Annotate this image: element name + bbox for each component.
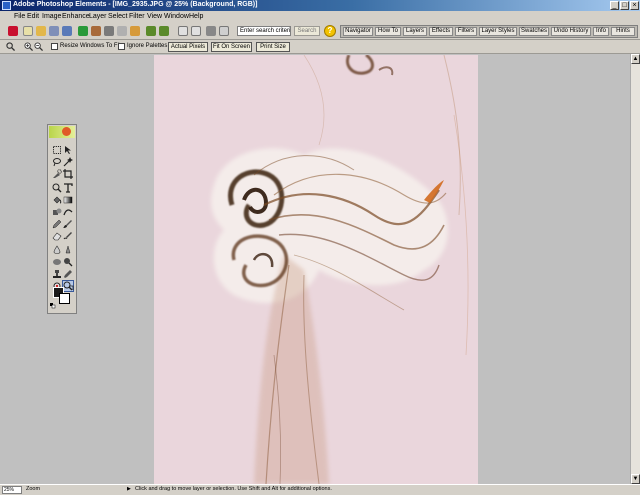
elements-logo-icon: [62, 127, 71, 136]
save-for-web-icon[interactable]: [78, 26, 88, 36]
options-bar: Resize Windows To Fit Ignore Palettes Ac…: [0, 40, 640, 54]
fit-on-screen-button[interactable]: Fit On Screen: [211, 42, 252, 52]
print-preview-icon[interactable]: [91, 26, 101, 36]
ignore-palettes-label: Ignore Palettes: [127, 43, 168, 49]
tab-swatches[interactable]: Swatches: [519, 27, 549, 36]
zoom-out-icon[interactable]: [34, 42, 43, 51]
tab-hints[interactable]: Hints: [611, 27, 635, 36]
paint-bucket-tool-icon[interactable]: [52, 195, 62, 205]
sharpen-tool-icon[interactable]: [63, 245, 73, 255]
adobe-logo-icon: [8, 26, 18, 36]
step-backward-icon[interactable]: [146, 26, 156, 36]
zoom-tool-icon: [6, 42, 15, 51]
shape-tool-icon[interactable]: [52, 207, 62, 217]
swap-colors-icon[interactable]: [68, 285, 74, 291]
menu-window[interactable]: Window: [164, 13, 189, 20]
dodge-tool-icon[interactable]: [63, 257, 73, 267]
gradient-tool-icon[interactable]: [63, 195, 73, 205]
menu-filter[interactable]: Filter: [129, 13, 145, 20]
status-hint: Click and drag to move layer or selectio…: [135, 486, 332, 492]
tab-layer-styles[interactable]: Layer Styles: [479, 27, 517, 36]
menu-enhance[interactable]: Enhance: [62, 13, 90, 20]
brush-tool-icon[interactable]: [63, 219, 73, 229]
redo-icon[interactable]: [191, 26, 201, 36]
pencil-tool-icon[interactable]: [52, 219, 62, 229]
tab-undo-history[interactable]: Undo History: [551, 27, 591, 36]
magic-wand-tool-icon[interactable]: [63, 157, 73, 167]
toolbox[interactable]: [47, 124, 77, 314]
print-icon[interactable]: [104, 26, 114, 36]
title-bar: Adobe Photoshop Elements - [IMG_2935.JPG…: [0, 0, 640, 11]
eyedropper-tool-icon[interactable]: [63, 269, 73, 279]
actual-pixels-button[interactable]: Actual Pixels: [168, 42, 208, 52]
menu-image[interactable]: Image: [42, 13, 61, 20]
maximize-button[interactable]: □: [620, 1, 629, 10]
close-button[interactable]: ×: [630, 1, 639, 10]
photomerge-icon[interactable]: [219, 26, 229, 36]
selection-brush-tool-icon[interactable]: [52, 169, 62, 179]
menu-edit[interactable]: Edit: [27, 13, 39, 20]
search-input[interactable]: Enter search criteria: [237, 26, 291, 36]
menu-help[interactable]: Help: [189, 13, 203, 20]
open-folder-icon[interactable]: [36, 26, 46, 36]
ignore-palettes-checkbox[interactable]: [118, 43, 125, 50]
quick-fix-icon[interactable]: [206, 26, 216, 36]
background-color-swatch[interactable]: [59, 293, 70, 304]
step-forward-icon[interactable]: [159, 26, 169, 36]
default-colors-icon[interactable]: [50, 303, 56, 309]
minimize-button[interactable]: _: [610, 1, 619, 10]
crop-tool-icon[interactable]: [63, 169, 73, 179]
status-tool-name: Zoom: [26, 486, 41, 492]
email-icon[interactable]: [130, 26, 140, 36]
zoom-in-icon[interactable]: [24, 42, 33, 51]
zoom-level-field[interactable]: 25%: [2, 486, 22, 494]
window-title: Adobe Photoshop Elements - [IMG_2935.JPG…: [13, 1, 258, 8]
sponge-tool-icon[interactable]: [52, 257, 62, 267]
blur-tool-icon[interactable]: [52, 245, 62, 255]
menu-bar: File Edit Image Enhance Layer Select Fil…: [0, 11, 640, 22]
save-icon[interactable]: [62, 26, 72, 36]
eraser-tool-icon[interactable]: [52, 231, 62, 241]
undo-icon[interactable]: [178, 26, 188, 36]
print-size-button[interactable]: Print Size: [256, 42, 290, 52]
palette-well: Navigator How To Layers Effects Filters …: [340, 25, 638, 38]
tab-effects[interactable]: Effects: [429, 27, 453, 36]
tab-info[interactable]: Info: [593, 27, 609, 36]
tab-navigator[interactable]: Navigator: [343, 27, 373, 36]
tab-layers[interactable]: Layers: [403, 27, 427, 36]
menu-select[interactable]: Select: [108, 13, 127, 20]
image-canvas[interactable]: [154, 55, 478, 484]
type-tool-icon[interactable]: [63, 183, 73, 193]
menu-file[interactable]: File: [14, 13, 25, 20]
clone-stamp-tool-icon[interactable]: [52, 269, 62, 279]
zoom-tool-icon-small[interactable]: [52, 183, 62, 193]
scroll-up-icon[interactable]: ▲: [631, 54, 640, 64]
move-tool-icon[interactable]: [63, 145, 73, 155]
smoke-photo: [154, 55, 478, 484]
menu-layer[interactable]: Layer: [89, 13, 107, 20]
lasso-tool-icon[interactable]: [52, 157, 62, 167]
custom-shape-tool-icon[interactable]: [63, 207, 73, 217]
resize-windows-label: Resize Windows To Fit: [60, 43, 121, 49]
help-icon[interactable]: ?: [324, 25, 336, 37]
tab-filters[interactable]: Filters: [455, 27, 477, 36]
browse-icon[interactable]: [49, 26, 59, 36]
status-bar: 25% Zoom ▶ Click and drag to move layer …: [0, 484, 640, 495]
app-icon: [2, 1, 11, 10]
online-services-icon[interactable]: [117, 26, 127, 36]
search-button[interactable]: Search: [294, 26, 320, 36]
impressionist-brush-tool-icon[interactable]: [63, 231, 73, 241]
tab-how-to[interactable]: How To: [375, 27, 401, 36]
menu-view[interactable]: View: [147, 13, 162, 20]
status-arrow-icon: ▶: [127, 486, 131, 492]
shortcuts-bar: Enter search criteria Search ? Navigator…: [0, 22, 640, 40]
scroll-down-icon[interactable]: ▼: [631, 474, 640, 484]
marquee-tool-icon[interactable]: [52, 145, 62, 155]
vertical-scrollbar[interactable]: ▲ ▼: [630, 54, 640, 484]
new-file-icon[interactable]: [23, 26, 33, 36]
resize-windows-checkbox[interactable]: [51, 43, 58, 50]
